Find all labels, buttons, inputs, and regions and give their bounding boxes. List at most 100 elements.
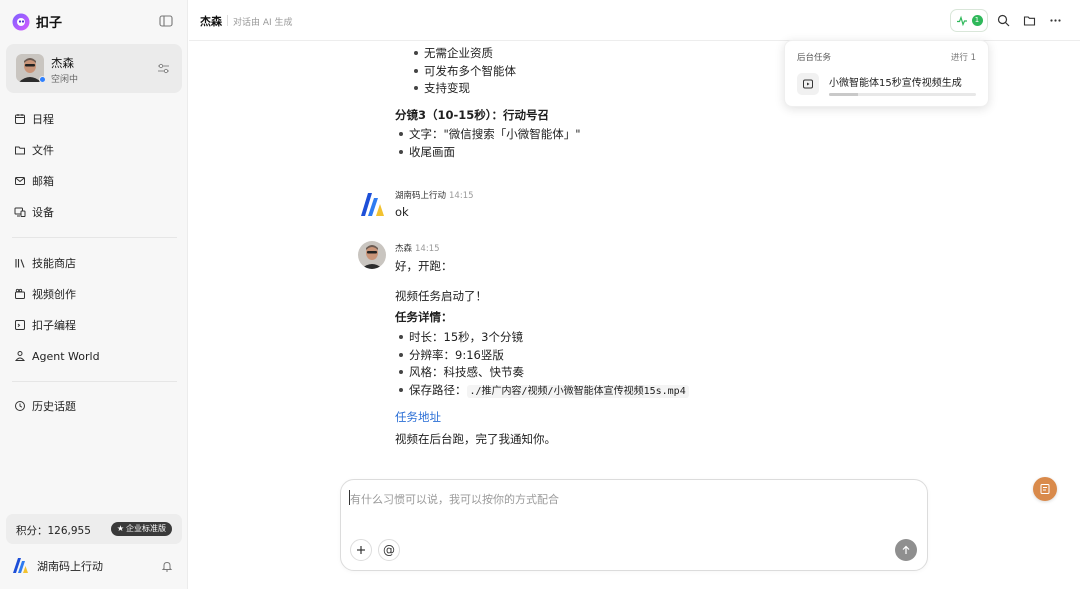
task-link[interactable]: 任务地址 bbox=[395, 409, 441, 425]
history-clock-icon bbox=[15, 401, 25, 411]
notification-bell-icon[interactable] bbox=[161, 560, 173, 572]
note-edit-icon bbox=[1040, 484, 1050, 494]
nav-item-agent-world[interactable]: Agent World bbox=[14, 348, 100, 364]
sidebar-divider bbox=[12, 381, 177, 382]
sidebar: 扣子 杰森 空闲中 日程 文件 邮箱 设备 技能商店 视频创作 扣子编程 Age… bbox=[0, 0, 188, 589]
nav-label-skills-store: 技能商店 bbox=[32, 257, 76, 270]
code-window-icon bbox=[15, 320, 25, 330]
nav-item-schedule[interactable]: 日程 bbox=[14, 111, 54, 127]
message-meta: 湖南码上行动 14:15 bbox=[395, 189, 474, 201]
bullet bbox=[399, 353, 403, 357]
message-time: 14:15 bbox=[415, 244, 440, 254]
star-icon: ★ bbox=[116, 524, 124, 533]
points-label: 积分：126,955 bbox=[16, 525, 91, 537]
account-name: 湖南码上行动 bbox=[37, 559, 103, 573]
path-label: 保存路径： bbox=[409, 383, 467, 397]
plan-badge[interactable]: ★ 企业标准版 bbox=[110, 522, 172, 536]
task-progress-fill bbox=[829, 93, 859, 96]
send-button[interactable] bbox=[895, 539, 917, 561]
background-tasks-popover: 后台任务 进行 1 小微智能体15秒宣传视频生成 bbox=[784, 40, 989, 107]
points-card[interactable]: 积分：126,955 ★ 企业标准版 bbox=[6, 514, 182, 544]
message-composer[interactable]: 有什么习惯可以说，我可以按你的方式配合 @ bbox=[340, 479, 928, 571]
message-text: 好，开跑： bbox=[395, 259, 453, 273]
folder-icon[interactable] bbox=[1023, 14, 1036, 27]
agent-person-icon bbox=[14, 351, 26, 361]
org-avatar bbox=[359, 190, 387, 218]
message-author: 杰森 bbox=[395, 244, 413, 254]
message-text: ok bbox=[395, 205, 409, 219]
chat-header: 杰森 对话由 AI 生成 1 bbox=[189, 0, 1080, 41]
message-heading: 任务详情： bbox=[395, 310, 453, 324]
library-icon bbox=[15, 259, 25, 268]
bullet bbox=[399, 132, 403, 136]
folder-icon bbox=[15, 146, 25, 155]
message-time: 14:15 bbox=[449, 191, 474, 201]
message-heading: 分镜3（10-15秒）：行动号召 bbox=[395, 108, 550, 122]
brand[interactable]: 扣子 bbox=[12, 12, 62, 31]
task-count-badge: 1 bbox=[971, 15, 983, 26]
mail-icon bbox=[15, 177, 25, 185]
devices-icon bbox=[14, 207, 26, 217]
chat-title: 杰森 bbox=[200, 15, 222, 28]
nav-item-coze-coding[interactable]: 扣子编程 bbox=[14, 317, 76, 333]
message-line: 保存路径： ./推广内容/视频/小微智能体宣传视频15s.mp4 bbox=[409, 382, 689, 398]
notes-floating-button[interactable] bbox=[1033, 477, 1057, 501]
nav-item-history[interactable]: 历史话题 bbox=[14, 398, 76, 414]
arrow-up-icon bbox=[902, 545, 910, 554]
nav-label-devices: 设备 bbox=[32, 206, 54, 219]
account-switcher[interactable]: 湖南码上行动 bbox=[12, 557, 103, 574]
user-name: 杰森 bbox=[51, 56, 74, 70]
popover-status: 进行 1 bbox=[950, 53, 976, 63]
nav-item-devices[interactable]: 设备 bbox=[14, 204, 54, 220]
coze-logo-icon bbox=[12, 13, 30, 30]
nav-item-files[interactable]: 文件 bbox=[14, 142, 54, 158]
online-status-dot bbox=[39, 76, 46, 83]
nav-item-video-creation[interactable]: 视频创作 bbox=[14, 286, 76, 302]
user-avatar bbox=[358, 241, 386, 269]
message-line: 支持变现 bbox=[424, 81, 470, 95]
more-options-icon[interactable] bbox=[1049, 14, 1062, 27]
header-separator bbox=[227, 15, 228, 26]
message-text: 视频任务启动了！ bbox=[395, 289, 487, 303]
nav-item-skills-store[interactable]: 技能商店 bbox=[14, 255, 76, 271]
message-author: 湖南码上行动 bbox=[395, 191, 447, 201]
message-line: 文字："微信搜索「小微智能体」" bbox=[409, 127, 581, 141]
bullet bbox=[414, 86, 418, 90]
bullet bbox=[414, 51, 418, 55]
message-line: 分辨率：9:16竖版 bbox=[409, 348, 504, 362]
nav-label-schedule: 日程 bbox=[32, 113, 54, 126]
video-task-icon bbox=[797, 73, 819, 95]
nav-item-mail[interactable]: 邮箱 bbox=[14, 173, 54, 189]
message-line: 时长：15秒，3个分镜 bbox=[409, 330, 523, 344]
background-tasks-button[interactable]: 1 bbox=[950, 9, 988, 32]
add-attachment-button[interactable] bbox=[350, 539, 372, 561]
bullet bbox=[399, 388, 403, 392]
nav-label-mail: 邮箱 bbox=[32, 175, 54, 188]
task-progress-bar bbox=[829, 93, 976, 96]
nav-label-agent-world: Agent World bbox=[32, 349, 100, 363]
search-icon[interactable] bbox=[997, 14, 1010, 27]
message-line: 无需企业资质 bbox=[424, 46, 493, 60]
brand-name: 扣子 bbox=[36, 16, 63, 31]
user-card[interactable]: 杰森 空闲中 bbox=[6, 44, 182, 93]
bullet bbox=[414, 69, 418, 73]
calendar-icon bbox=[15, 114, 25, 124]
message-meta: 杰森 14:15 bbox=[395, 242, 440, 254]
composer-placeholder[interactable]: 有什么习惯可以说，我可以按你的方式配合 bbox=[350, 491, 559, 507]
nav-label-files: 文件 bbox=[32, 144, 54, 157]
nav-label-history: 历史话题 bbox=[32, 400, 76, 413]
sidebar-toggle-icon[interactable] bbox=[159, 14, 173, 28]
message-line: 可发布多个智能体 bbox=[424, 64, 516, 78]
message-line: 风格：科技感、快节奏 bbox=[409, 365, 524, 379]
popover-title: 后台任务 bbox=[797, 53, 832, 63]
task-name[interactable]: 小微智能体15秒宣传视频生成 bbox=[829, 74, 962, 89]
settings-sliders-icon[interactable] bbox=[157, 62, 170, 75]
plus-icon bbox=[357, 546, 365, 554]
mention-button[interactable]: @ bbox=[378, 539, 400, 561]
at-sign-icon: @ bbox=[383, 543, 395, 557]
file-path-code: ./推广内容/视频/小微智能体宣传视频15s.mp4 bbox=[466, 385, 689, 398]
sidebar-divider bbox=[12, 237, 177, 238]
nav-label-video-creation: 视频创作 bbox=[32, 288, 76, 301]
bullet bbox=[399, 335, 403, 339]
ai-generated-note: 对话由 AI 生成 bbox=[233, 18, 293, 28]
